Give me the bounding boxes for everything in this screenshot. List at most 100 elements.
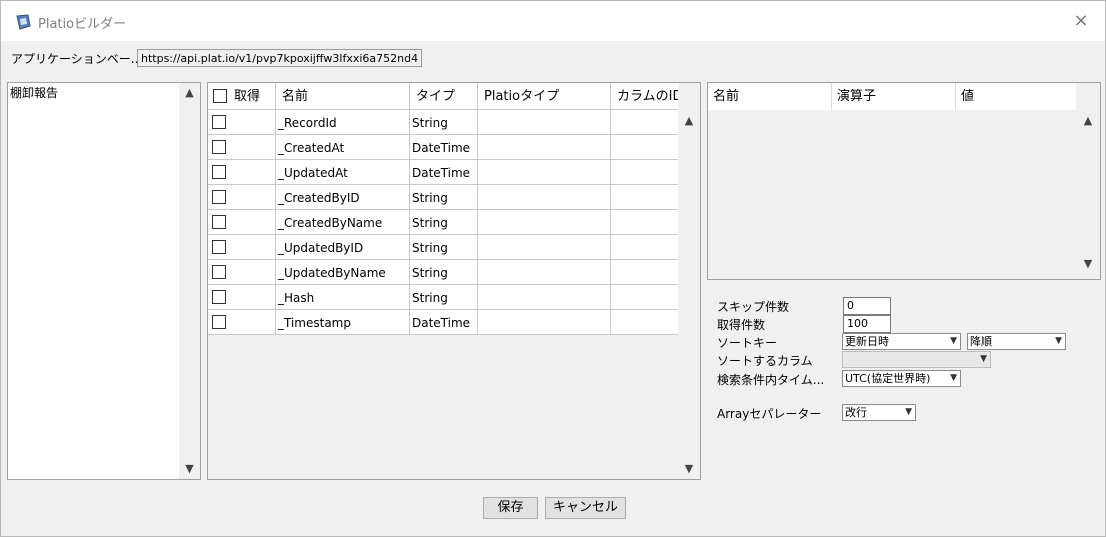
row-checkbox[interactable]: [212, 240, 226, 254]
header-name[interactable]: 名前: [276, 83, 410, 110]
cell-column-id[interactable]: [611, 260, 680, 285]
sort-order-select[interactable]: 降順 ▼: [967, 333, 1066, 350]
save-button[interactable]: 保存: [483, 497, 538, 519]
table-row[interactable]: _CreatedByName String: [208, 210, 680, 235]
scroll-down-icon[interactable]: ▼: [179, 459, 200, 479]
sort-column-select[interactable]: ▼: [842, 351, 991, 368]
cell-platio-type[interactable]: [478, 135, 611, 160]
cell-name[interactable]: _CreatedAt: [276, 135, 410, 160]
header-type[interactable]: タイプ: [410, 83, 478, 110]
row-checkbox[interactable]: [212, 115, 226, 129]
cell-type[interactable]: DateTime: [410, 135, 478, 160]
select-all-checkbox[interactable]: [213, 89, 227, 103]
tables-list[interactable]: 棚卸報告 ▲ ▼: [7, 82, 201, 480]
cell-name[interactable]: _RecordId: [276, 110, 410, 135]
table-row[interactable]: _CreatedByID String: [208, 185, 680, 210]
cell-name[interactable]: _UpdatedAt: [276, 160, 410, 185]
scroll-down-icon[interactable]: ▼: [678, 459, 700, 479]
filter-header-value[interactable]: 値: [956, 83, 1076, 110]
scroll-up-icon[interactable]: ▲: [678, 111, 700, 131]
cell-platio-type[interactable]: [478, 210, 611, 235]
cell-column-id[interactable]: [611, 235, 680, 260]
list-item[interactable]: 棚卸報告: [10, 84, 58, 101]
cell-platio-type[interactable]: [478, 260, 611, 285]
url-field[interactable]: https://api.plat.io/v1/pvp7kpoxijffw3lfx…: [137, 49, 422, 67]
grid-scrollbar[interactable]: ▲ ▼: [678, 83, 700, 479]
cell-platio-type[interactable]: [478, 285, 611, 310]
cell-select[interactable]: [208, 160, 276, 185]
table-row[interactable]: _UpdatedByName String: [208, 260, 680, 285]
cell-type[interactable]: String: [410, 110, 478, 135]
cell-column-id[interactable]: [611, 135, 680, 160]
cell-name[interactable]: _CreatedByID: [276, 185, 410, 210]
cell-type[interactable]: String: [410, 285, 478, 310]
skip-label: スキップ件数: [717, 300, 790, 314]
table-row[interactable]: _CreatedAt DateTime: [208, 135, 680, 160]
cell-column-id[interactable]: [611, 310, 680, 335]
row-checkbox[interactable]: [212, 315, 226, 329]
cell-type[interactable]: String: [410, 235, 478, 260]
chevron-down-icon: ▼: [1055, 336, 1062, 346]
cell-name[interactable]: _CreatedByName: [276, 210, 410, 235]
cell-column-id[interactable]: [611, 185, 680, 210]
row-checkbox[interactable]: [212, 265, 226, 279]
cell-column-id[interactable]: [611, 285, 680, 310]
cell-type[interactable]: DateTime: [410, 160, 478, 185]
cell-platio-type[interactable]: [478, 185, 611, 210]
sort-key-select[interactable]: 更新日時 ▼: [842, 333, 961, 350]
timezone-value: UTC(協定世界時): [845, 372, 931, 385]
cell-select[interactable]: [208, 260, 276, 285]
cell-name[interactable]: _UpdatedByName: [276, 260, 410, 285]
cell-platio-type[interactable]: [478, 160, 611, 185]
table-row[interactable]: _UpdatedByID String: [208, 235, 680, 260]
row-checkbox[interactable]: [212, 165, 226, 179]
row-checkbox[interactable]: [212, 140, 226, 154]
cell-name[interactable]: _Timestamp: [276, 310, 410, 335]
table-row[interactable]: _Hash String: [208, 285, 680, 310]
header-column-id[interactable]: カラムのID: [611, 83, 680, 110]
table-row[interactable]: _Timestamp DateTime: [208, 310, 680, 335]
chevron-down-icon: ▼: [980, 354, 987, 364]
tables-list-scrollbar[interactable]: ▲ ▼: [179, 83, 200, 479]
grid-header-row: 取得 名前 タイプ Platioタイプ カラムのID: [208, 83, 680, 110]
table-row[interactable]: _RecordId String: [208, 110, 680, 135]
array-separator-select[interactable]: 改行 ▼: [842, 404, 916, 421]
skip-input[interactable]: 0: [843, 297, 891, 315]
filter-header-operator[interactable]: 演算子: [832, 83, 956, 110]
cell-select[interactable]: [208, 135, 276, 160]
cell-platio-type[interactable]: [478, 235, 611, 260]
scroll-down-icon[interactable]: ▼: [1076, 257, 1100, 277]
timezone-select[interactable]: UTC(協定世界時) ▼: [842, 370, 961, 387]
cell-platio-type[interactable]: [478, 110, 611, 135]
scroll-up-icon[interactable]: ▲: [1076, 114, 1100, 134]
header-platio-type[interactable]: Platioタイプ: [478, 83, 611, 110]
cell-name[interactable]: _UpdatedByID: [276, 235, 410, 260]
cell-column-id[interactable]: [611, 210, 680, 235]
cell-select[interactable]: [208, 185, 276, 210]
cell-select[interactable]: [208, 285, 276, 310]
row-checkbox[interactable]: [212, 190, 226, 204]
filter-scrollbar[interactable]: ▲ ▼: [1076, 83, 1100, 279]
cell-select[interactable]: [208, 235, 276, 260]
cell-select[interactable]: [208, 110, 276, 135]
table-row[interactable]: _UpdatedAt DateTime: [208, 160, 680, 185]
url-label: アプリケーションベー...: [11, 52, 143, 66]
cell-type[interactable]: String: [410, 210, 478, 235]
header-select[interactable]: 取得: [208, 83, 276, 110]
cell-column-id[interactable]: [611, 160, 680, 185]
filter-header-name[interactable]: 名前: [708, 83, 832, 110]
cell-select[interactable]: [208, 210, 276, 235]
cell-column-id[interactable]: [611, 110, 680, 135]
cell-type[interactable]: DateTime: [410, 310, 478, 335]
cell-platio-type[interactable]: [478, 310, 611, 335]
cell-name[interactable]: _Hash: [276, 285, 410, 310]
row-checkbox[interactable]: [212, 290, 226, 304]
cell-select[interactable]: [208, 310, 276, 335]
close-icon[interactable]: ×: [1071, 10, 1091, 32]
take-input[interactable]: 100: [843, 315, 891, 333]
cell-type[interactable]: String: [410, 185, 478, 210]
cancel-button[interactable]: キャンセル: [545, 497, 626, 519]
cell-type[interactable]: String: [410, 260, 478, 285]
scroll-up-icon[interactable]: ▲: [179, 83, 200, 103]
row-checkbox[interactable]: [212, 215, 226, 229]
